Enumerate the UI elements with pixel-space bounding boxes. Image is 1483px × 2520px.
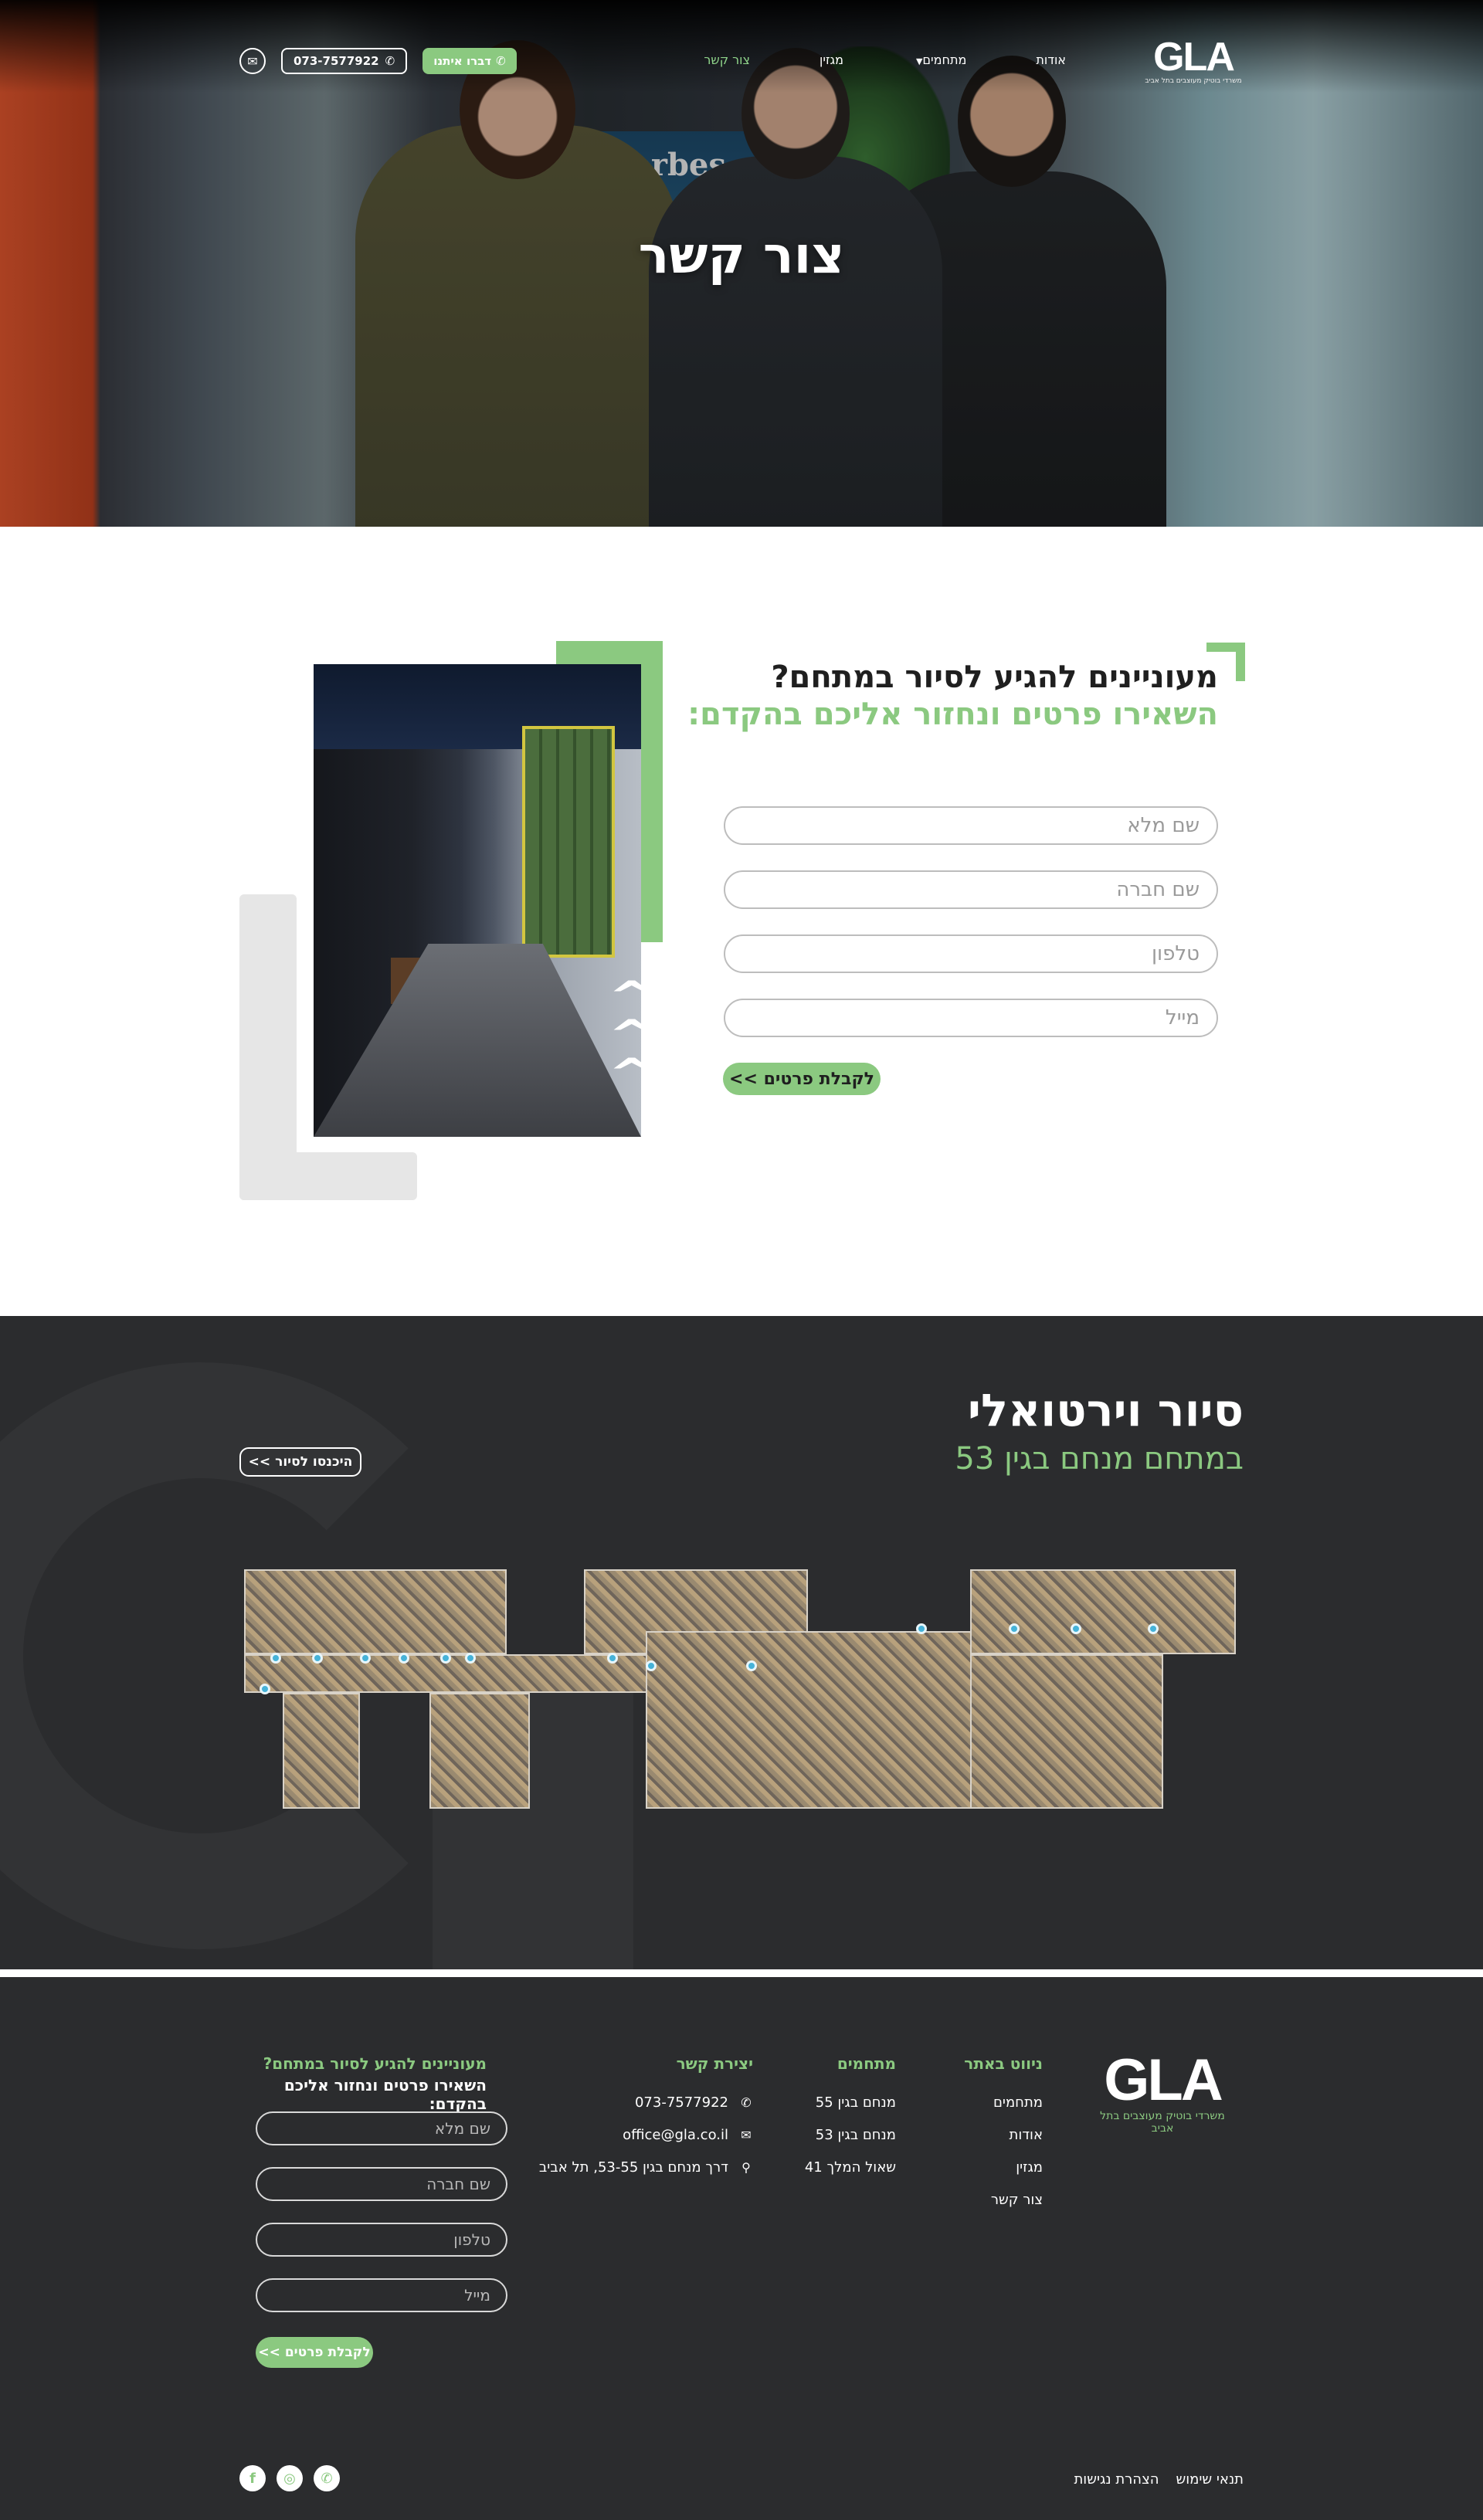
envelope-icon: ✉ (247, 53, 258, 69)
phone-icon: ✆ (385, 54, 395, 68)
office-corridor-photo (314, 664, 641, 1137)
tour-point-marker[interactable] (916, 1623, 927, 1634)
footer-phone-input[interactable]: טלפון (256, 2223, 507, 2257)
site-logo[interactable]: GLA משרדי בוטיק מעוצבים בתל אביב (1143, 37, 1244, 85)
tour-point-marker[interactable] (746, 1660, 757, 1671)
footer-complex-link[interactable]: מנחם בגין 53 (805, 2119, 896, 2152)
footer-phone-text: 073-7577922 (634, 2094, 728, 2111)
tour-point-marker[interactable] (312, 1653, 323, 1664)
footer-nav-title: ניווט באתר (964, 2054, 1043, 2073)
nav-item-about[interactable]: אודות (1036, 53, 1066, 67)
footer-form-subtitle: השאירו פרטים ונחזור אליכם בהקדם: (283, 2076, 487, 2113)
footer-company-name-input[interactable]: שם חברה (256, 2167, 507, 2201)
nav-item-contact[interactable]: צור קשר (704, 53, 750, 67)
footer-submit-button[interactable]: לקבלת פרטים >> (256, 2337, 373, 2368)
footer-link-magazine[interactable]: מגזין (964, 2152, 1043, 2184)
envelope-icon: ✉ (741, 2128, 752, 2142)
footer-link-complexes[interactable]: מתחמים (964, 2087, 1043, 2119)
email-input[interactable]: מייל (724, 999, 1218, 1037)
phone-button[interactable]: ✆ 073-7577922 (281, 48, 408, 74)
tour-point-marker[interactable] (1148, 1623, 1159, 1634)
virtual-tour-title: סיור וירטואלי (967, 1384, 1244, 1436)
contact-form-section: ^ ^ ^ מעוניינים להגיע לסיור במתחם? השאיר… (0, 527, 1483, 1316)
form-title: מעוניינים להגיע לסיור במתחם? (771, 660, 1218, 695)
footer-form-title: מעוניינים להגיע לסיור במתחם? (263, 2054, 487, 2073)
accessibility-link[interactable]: הצהרת נגישות (1074, 2471, 1159, 2488)
footer-nav-column: ניווט באתר מתחמים אודות מגזין צור קשר (964, 2054, 1043, 2216)
floorplan-room (429, 1693, 530, 1809)
phone-input[interactable]: טלפון (724, 934, 1218, 973)
footer-logo-text: GLA (1104, 2047, 1223, 2113)
site-footer: GLA משרדי בוטיק מעוצבים בתל אביב ניווט ב… (0, 1977, 1483, 2520)
decorative-gray-l-base (239, 1152, 417, 1200)
map-pin-icon: ⚲ (742, 2160, 751, 2175)
footer-email-text: office@gla.co.il (623, 2127, 728, 2143)
whatsapp-icon[interactable]: ✆ (314, 2465, 340, 2491)
floorplan-3d-view[interactable] (244, 1569, 1236, 1832)
floorplan-room (970, 1654, 1163, 1809)
enter-tour-button[interactable]: היכנסו לסיור >> (239, 1447, 361, 1477)
tour-point-marker[interactable] (607, 1653, 618, 1664)
footer-email[interactable]: ✉ office@gla.co.il (539, 2119, 753, 2152)
whatsapp-button[interactable]: ✆ דברו איתנו (423, 48, 517, 74)
footer-complexes-column: מתחמים מנחם בגין 55 מנחם בגין 53 שאול המ… (805, 2054, 896, 2184)
footer-logo-tagline: משרדי בוטיק מעוצבים בתל אביב (1100, 2110, 1225, 2135)
tour-point-marker[interactable] (440, 1653, 451, 1664)
tour-point-marker[interactable] (646, 1660, 657, 1671)
logo-text: GLA (1153, 35, 1235, 80)
tour-point-marker[interactable] (360, 1653, 371, 1664)
footer-logo[interactable]: GLA משרדי בוטיק מעוצבים בתל אביב (1097, 2051, 1228, 2135)
floorplan-room (970, 1569, 1236, 1654)
form-subtitle: השאירו פרטים ונחזור אליכם בהקדם: (687, 697, 1218, 732)
footer-complexes-title: מתחמים (837, 2054, 896, 2073)
tour-point-marker[interactable] (465, 1653, 476, 1664)
full-name-input[interactable]: שם מלא (724, 806, 1218, 845)
tour-point-marker[interactable] (260, 1684, 270, 1694)
footer-link-about[interactable]: אודות (964, 2119, 1044, 2152)
nav-links: אודות מתחמים▼ מגזין צור קשר (634, 53, 1066, 67)
terms-link[interactable]: תנאי שימוש (1176, 2471, 1244, 2488)
nav-item-magazine[interactable]: מגזין (820, 53, 843, 67)
company-name-input[interactable]: שם חברה (724, 870, 1218, 909)
tour-point-marker[interactable] (399, 1653, 409, 1664)
social-links: f ◎ ✆ (239, 2465, 340, 2491)
footer-email-input[interactable]: מייל (256, 2278, 507, 2312)
hero-section: Forbes GLA משרדי בוטיק מעוצבים בתל אביב … (0, 0, 1483, 527)
instagram-icon[interactable]: ◎ (277, 2465, 303, 2491)
nav-item-complexes[interactable]: מתחמים▼ (913, 53, 966, 67)
page-title: צור קשר (638, 226, 845, 285)
submit-button[interactable]: לקבלת פרטים >> (723, 1063, 881, 1095)
footer-complex-link[interactable]: מנחם בגין 55 (805, 2087, 896, 2119)
tour-point-marker[interactable] (1009, 1623, 1020, 1634)
phone-button-label: 073-7577922 (294, 54, 379, 68)
section-divider (0, 1969, 1483, 1977)
whatsapp-icon: ✆ (496, 54, 506, 68)
legal-links: תנאי שימוש הצהרת נגישות (1074, 2471, 1244, 2488)
footer-address[interactable]: ⚲ דרך מנחם בגין 53-55, תל אביב (539, 2152, 753, 2184)
tour-point-marker[interactable] (270, 1653, 281, 1664)
footer-address-text: דרך מנחם בגין 53-55, תל אביב (538, 2159, 728, 2176)
facebook-icon[interactable]: f (239, 2465, 266, 2491)
footer-phone[interactable]: ✆ 073-7577922 (539, 2087, 753, 2119)
nav-item-complexes-label: מתחמים (922, 53, 967, 67)
virtual-tour-subtitle: במתחם מנחם בגין 53 (955, 1441, 1244, 1477)
phone-icon: ✆ (741, 2095, 752, 2110)
footer-link-contact[interactable]: צור קשר (964, 2184, 1043, 2216)
logo-tagline: משרדי בוטיק מעוצבים בתל אביב (1145, 77, 1242, 85)
footer-complex-link[interactable]: שאול המלך 41 (805, 2152, 896, 2184)
footer-contact-column: יצירת קשר ✆ 073-7577922 ✉ office@gla.co.il… (539, 2054, 753, 2184)
whatsapp-button-label: דברו איתנו (433, 54, 492, 68)
footer-full-name-input[interactable]: שם מלא (256, 2111, 507, 2145)
floorplan-room (283, 1693, 360, 1809)
tour-point-marker[interactable] (1071, 1623, 1081, 1634)
floorplan-room (244, 1569, 507, 1654)
nav-actions: ✆ דברו איתנו ✆ 073-7577922 ✉ (239, 48, 517, 74)
chevron-up-icon: ^ (608, 1050, 656, 1097)
footer-contact-title: יצירת קשר (676, 2054, 753, 2073)
main-nav: GLA משרדי בוטיק מעוצבים בתל אביב אודות מ… (239, 37, 1244, 85)
mail-button[interactable]: ✉ (239, 48, 266, 74)
virtual-tour-section: סיור וירטואלי במתחם מנחם בגין 53 היכנסו … (0, 1316, 1483, 1969)
